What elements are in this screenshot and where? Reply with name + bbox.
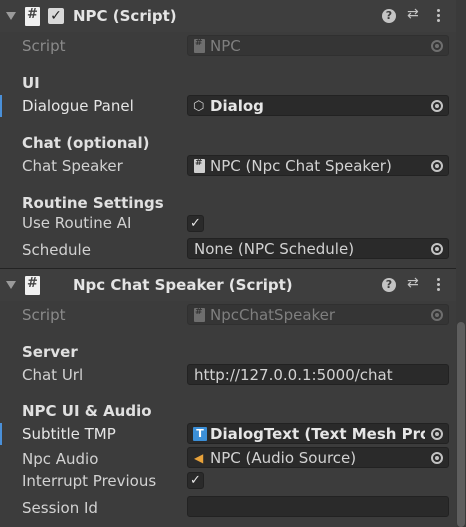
help-icon[interactable]: ? — [382, 278, 396, 292]
script-field-value: NPC — [210, 37, 241, 55]
component-title: NPC (Script) — [73, 7, 177, 25]
presets-icon[interactable]: ⇄ — [407, 6, 419, 22]
dialogue-panel-label: Dialogue Panel — [22, 97, 134, 115]
object-picker-icon[interactable] — [431, 243, 443, 255]
section-header-chat: Chat (optional) — [22, 134, 150, 152]
script-field-value: NpcChatSpeaker — [210, 306, 336, 324]
inspector-scrollbar[interactable] — [456, 0, 466, 527]
npc-audio-label: Npc Audio — [22, 450, 99, 468]
textmeshpro-icon: T — [193, 427, 207, 441]
chat-speaker-value: NPC (Npc Chat Speaker) — [210, 157, 392, 175]
session-id-label: Session Id — [22, 499, 98, 517]
script-icon — [25, 7, 40, 26]
script-label: Script — [22, 306, 66, 324]
foldout-arrow-icon[interactable] — [6, 12, 16, 20]
subtitle-tmp-value: DialogText (Text Mesh Pro UGUI) — [210, 425, 425, 443]
script-icon — [25, 276, 40, 295]
foldout-arrow-icon[interactable] — [6, 281, 16, 289]
schedule-value: None (NPC Schedule) — [194, 240, 355, 258]
section-header-ui: UI — [22, 74, 40, 92]
object-picker-icon[interactable] — [431, 428, 443, 440]
npc-component-header[interactable]: ✓ NPC (Script) ? ⇄ — [0, 0, 456, 32]
help-icon[interactable]: ? — [382, 9, 396, 23]
schedule-field[interactable]: None (NPC Schedule) — [187, 238, 449, 259]
script-icon — [194, 307, 205, 322]
component-enabled-checkbox[interactable]: ✓ — [48, 8, 64, 24]
dialogue-panel-value: Dialog — [210, 97, 264, 115]
chat-speaker-field[interactable]: NPC (Npc Chat Speaker) — [187, 155, 449, 176]
section-header-routine: Routine Settings — [22, 194, 164, 212]
audio-source-icon: ◀ — [194, 451, 204, 465]
interrupt-previous-label: Interrupt Previous — [22, 472, 157, 490]
subtitle-tmp-label: Subtitle TMP — [22, 425, 116, 443]
object-picker-icon[interactable] — [431, 100, 443, 112]
npc-audio-value: NPC (Audio Source) — [210, 449, 357, 467]
scrollbar-thumb[interactable] — [457, 322, 465, 527]
modified-indicator — [0, 423, 2, 445]
npc-chat-speaker-component-header[interactable]: Npc Chat Speaker (Script) ? ⇄ — [0, 269, 456, 301]
schedule-label: Schedule — [22, 241, 91, 259]
script-field: NPC — [187, 35, 449, 56]
object-picker-icon[interactable] — [431, 452, 443, 464]
kebab-menu-icon[interactable] — [437, 278, 441, 293]
presets-icon[interactable]: ⇄ — [407, 275, 419, 291]
kebab-menu-icon[interactable] — [437, 9, 441, 24]
use-routine-ai-checkbox[interactable]: ✓ — [187, 215, 204, 232]
object-picker-icon — [431, 40, 443, 52]
session-id-input[interactable] — [187, 496, 449, 517]
section-header-ui-audio: NPC UI & Audio — [22, 402, 152, 420]
object-picker-icon[interactable] — [431, 160, 443, 172]
chat-url-value: http://127.0.0.1:5000/chat — [194, 366, 393, 384]
script-label: Script — [22, 37, 66, 55]
component-title: Npc Chat Speaker (Script) — [73, 276, 293, 294]
script-icon — [194, 38, 205, 53]
interrupt-previous-checkbox[interactable]: ✓ — [187, 472, 204, 489]
section-header-server: Server — [22, 343, 78, 361]
modified-indicator — [0, 95, 2, 117]
object-picker-icon — [431, 309, 443, 321]
script-field: NpcChatSpeaker — [187, 304, 449, 325]
chat-url-label: Chat Url — [22, 366, 84, 384]
npc-audio-field[interactable]: ◀ NPC (Audio Source) — [187, 447, 449, 468]
use-routine-ai-label: Use Routine AI — [22, 214, 132, 232]
dialogue-panel-field[interactable]: ⬡ Dialog — [187, 95, 449, 116]
gameobject-cube-icon: ⬡ — [193, 99, 205, 114]
chat-speaker-label: Chat Speaker — [22, 157, 123, 175]
subtitle-tmp-field[interactable]: T DialogText (Text Mesh Pro UGUI) — [187, 423, 449, 444]
script-icon — [194, 158, 205, 173]
chat-url-input[interactable]: http://127.0.0.1:5000/chat — [187, 364, 449, 385]
